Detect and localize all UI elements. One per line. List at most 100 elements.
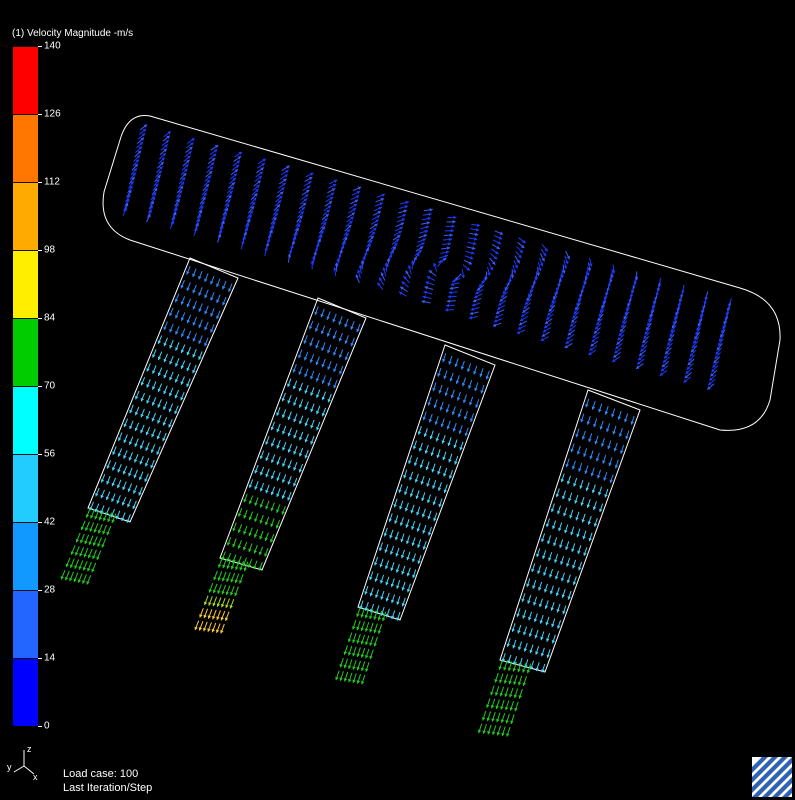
outlet-jet-vector xyxy=(356,620,361,631)
velocity-vector xyxy=(298,399,304,408)
flow-field-plot[interactable] xyxy=(0,0,795,800)
velocity-vector xyxy=(298,366,303,375)
velocity-vector xyxy=(140,408,145,418)
runner-outline xyxy=(499,389,641,673)
cfd-viewport[interactable]: (1) Velocity Magnitude -m/s 140 126 112 98 8… xyxy=(0,0,795,800)
plenum-vector xyxy=(421,221,431,225)
velocity-vector xyxy=(527,594,532,604)
plenum-vector xyxy=(395,222,405,227)
velocity-vector xyxy=(540,647,545,657)
velocity-vector xyxy=(151,428,156,438)
plenum-vector xyxy=(588,257,593,267)
outlet-jet-vector xyxy=(498,660,503,670)
outlet-jet-vector xyxy=(373,623,378,634)
velocity-vector xyxy=(146,379,151,388)
velocity-vector xyxy=(270,454,276,464)
outlet-jet-vector xyxy=(356,660,361,671)
plenum-vector xyxy=(169,220,175,230)
velocity-vector xyxy=(320,325,326,335)
velocity-vector xyxy=(379,558,384,568)
velocity-vector xyxy=(282,441,287,451)
velocity-vector xyxy=(121,496,127,506)
velocity-vector xyxy=(578,561,583,571)
outlet-jet-vector xyxy=(102,524,107,535)
velocity-vector xyxy=(464,427,469,437)
velocity-vector xyxy=(139,455,144,465)
velocity-vector xyxy=(576,528,581,538)
velocity-vector xyxy=(162,417,168,426)
outlet-jet-vector xyxy=(335,670,340,681)
outlet-jet-vector xyxy=(217,558,223,568)
velocity-vector xyxy=(134,438,139,448)
velocity-vector xyxy=(265,468,270,478)
velocity-vector xyxy=(535,662,540,672)
velocity-vector xyxy=(385,592,390,602)
velocity-vector xyxy=(356,323,361,333)
velocity-vector xyxy=(579,480,584,489)
plenum-vector xyxy=(422,295,432,299)
outlet-jet-vector xyxy=(74,559,80,569)
velocity-vector xyxy=(406,551,411,561)
velocity-vector xyxy=(186,346,192,356)
outlet-jet-vector xyxy=(490,685,495,696)
plenum-vector xyxy=(462,264,471,272)
velocity-vector xyxy=(583,448,588,457)
velocity-vector xyxy=(406,583,411,593)
velocity-vector xyxy=(123,434,128,444)
velocity-vector xyxy=(175,342,180,351)
velocity-vector xyxy=(298,415,304,425)
velocity-vector xyxy=(548,552,553,562)
outlet-jet-vector xyxy=(235,560,240,571)
velocity-vector xyxy=(408,471,414,481)
velocity-vector xyxy=(587,515,592,525)
velocity-vector xyxy=(573,477,578,487)
outlet-jet-vector xyxy=(504,687,509,698)
velocity-vector xyxy=(144,473,149,483)
plenum-vector xyxy=(495,309,505,315)
velocity-vector xyxy=(434,416,439,425)
outlet-jet-vector xyxy=(496,725,502,736)
velocity-vector xyxy=(415,490,420,500)
outlet-jet-vector xyxy=(339,657,344,668)
plenum-vector xyxy=(303,181,312,187)
velocity-vector xyxy=(448,453,453,463)
velocity-vector xyxy=(134,406,140,416)
plenum-vector xyxy=(540,336,549,342)
outlet-jet-vector xyxy=(365,662,370,672)
velocity-vector xyxy=(332,330,338,340)
plenum-vector xyxy=(440,250,450,255)
velocity-vector xyxy=(585,398,590,408)
plenum-outline xyxy=(102,115,781,431)
velocity-vector xyxy=(192,284,197,294)
velocity-vector xyxy=(186,314,192,324)
velocity-vector xyxy=(427,526,432,536)
velocity-vector xyxy=(276,504,281,513)
velocity-vector xyxy=(270,502,275,512)
velocity-vector xyxy=(596,469,602,479)
plenum-vector xyxy=(355,274,360,283)
velocity-vector xyxy=(384,560,390,570)
plenum-vector xyxy=(487,266,491,276)
velocity-vector xyxy=(578,462,583,472)
velocity-vector xyxy=(186,298,192,308)
plenum-vector xyxy=(471,223,481,227)
plenum-vector xyxy=(449,286,459,291)
plenum-vector xyxy=(565,250,571,260)
velocity-vector xyxy=(454,358,459,368)
velocity-vector xyxy=(607,440,612,450)
outlet-jet-vector xyxy=(69,571,74,582)
velocity-vector xyxy=(327,377,332,387)
runner-outline xyxy=(87,257,239,523)
velocity-vector xyxy=(556,505,562,515)
outlet-jet-vector xyxy=(207,622,212,632)
velocity-vector xyxy=(571,460,576,470)
plenum-vector xyxy=(461,269,465,279)
outlet-jet-vector xyxy=(83,547,89,558)
outlet-jet-vector xyxy=(221,571,227,582)
plenum-vector xyxy=(258,158,267,165)
velocity-vector xyxy=(175,326,180,335)
outlet-jet-vector xyxy=(360,661,366,672)
velocity-vector xyxy=(540,631,545,641)
velocity-vector xyxy=(591,401,596,410)
velocity-vector xyxy=(395,563,400,573)
